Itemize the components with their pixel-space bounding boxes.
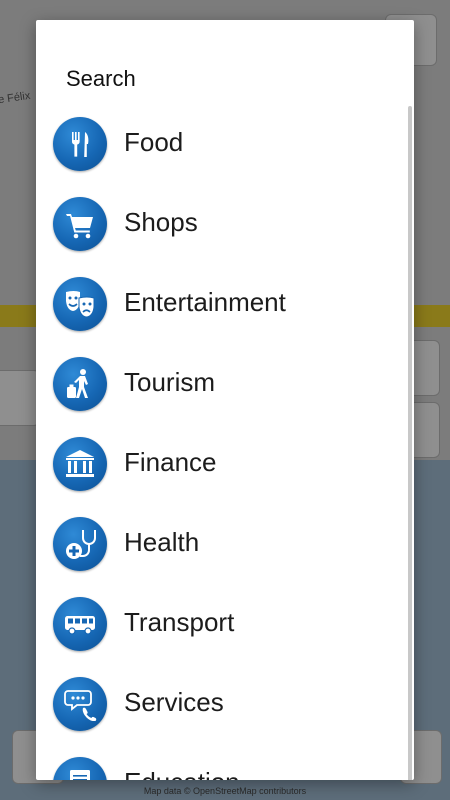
phone-chat-icon	[53, 677, 107, 731]
category-list: Food Shops Entertainment Tourism Finance…	[36, 100, 414, 780]
map-layers-button[interactable]	[0, 370, 40, 426]
category-item-entertainment[interactable]: Entertainment	[36, 260, 414, 340]
category-label: Shops	[124, 207, 198, 237]
bus-icon	[53, 597, 107, 651]
category-label: Transport	[124, 607, 235, 637]
fork-knife-icon	[53, 117, 107, 171]
stethoscope-icon	[53, 517, 107, 571]
category-item-food[interactable]: Food	[36, 100, 414, 180]
category-label: Tourism	[124, 367, 216, 397]
category-label: Finance	[124, 447, 217, 477]
map-attribution: Map data © OpenStreetMap contributors	[143, 786, 307, 796]
shopping-cart-icon	[53, 197, 107, 251]
category-item-tourism[interactable]: Tourism	[36, 340, 414, 420]
traveler-luggage-icon	[53, 357, 107, 411]
search-dialog: Search Food Shops Entertainment Tourism …	[36, 20, 414, 780]
bank-icon	[53, 437, 107, 491]
diploma-icon	[53, 757, 107, 780]
theater-masks-icon	[53, 277, 107, 331]
category-item-services[interactable]: Services	[36, 660, 414, 740]
category-item-finance[interactable]: Finance	[36, 420, 414, 500]
category-item-health[interactable]: Health	[36, 500, 414, 580]
category-label: Entertainment	[124, 287, 286, 317]
category-label: Services	[124, 687, 224, 717]
category-item-shops[interactable]: Shops	[36, 180, 414, 260]
category-item-education[interactable]: Education	[36, 740, 414, 780]
dialog-title: Search	[66, 66, 136, 91]
category-label: Education	[124, 767, 240, 780]
category-item-transport[interactable]: Transport	[36, 580, 414, 660]
category-label: Food	[124, 127, 184, 157]
category-label: Health	[124, 527, 200, 557]
